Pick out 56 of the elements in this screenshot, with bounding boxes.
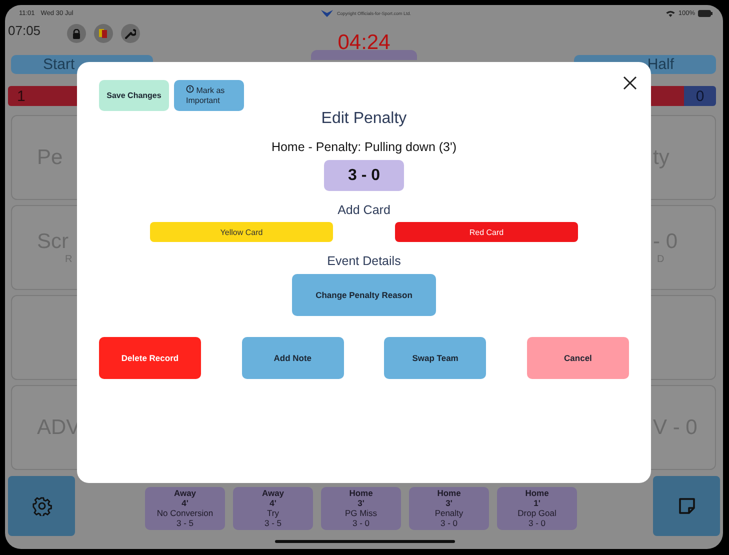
event-team: Away	[174, 488, 196, 498]
event-team: Home	[437, 488, 461, 498]
lock-glyph-icon	[72, 28, 81, 38]
event-type: PG Miss	[344, 508, 378, 518]
event-card[interactable]: Away 4' No Conversion 3 - 5	[145, 487, 225, 530]
cards-icon[interactable]	[94, 24, 113, 43]
event-type: Try	[267, 508, 279, 518]
action-button[interactable]: Cancel	[526, 337, 629, 379]
event-card[interactable]: Home 3' PG Miss 3 - 0	[321, 487, 401, 530]
event-minute: 3'	[358, 498, 364, 508]
info-icon	[186, 85, 194, 93]
wrench-icon[interactable]	[120, 24, 140, 43]
card-button[interactable]: Yellow Card	[150, 222, 333, 242]
event-minute: 3'	[446, 498, 452, 508]
action-button[interactable]: Swap Team	[384, 337, 486, 379]
save-changes-button[interactable]: Save Changes	[99, 80, 169, 111]
score-display: 3 - 0	[324, 160, 404, 191]
wifi-icon	[666, 10, 676, 16]
dialog-title: Edit Penalty	[321, 110, 407, 128]
event-team: Home	[349, 488, 373, 498]
penalty-description: Home - Penalty: Pulling down (3')	[271, 140, 457, 154]
action-button[interactable]: Add Note	[242, 337, 344, 379]
action-button[interactable]: Delete Record	[99, 337, 201, 379]
event-type: Penalty	[434, 508, 464, 518]
section-heading: Add Card	[338, 203, 390, 217]
away-score-bar: 0	[684, 86, 716, 106]
event-card[interactable]: Home 1' Drop Goal 3 - 0	[497, 487, 577, 530]
notes-button[interactable]	[653, 476, 720, 536]
event-score: 3 - 5	[264, 518, 282, 528]
event-team: Away	[262, 488, 284, 498]
close-icon[interactable]	[623, 76, 637, 90]
change-reason-button[interactable]: Change Penalty Reason	[292, 274, 436, 316]
event-minute: 1'	[534, 498, 540, 508]
event-minute: 4'	[182, 498, 188, 508]
game-clock: 04:24	[336, 31, 392, 55]
event-score: 3 - 5	[176, 518, 194, 528]
settings-button[interactable]	[8, 476, 75, 536]
lock-icon[interactable]	[66, 24, 86, 43]
event-score: 3 - 0	[440, 518, 458, 528]
card-pair-icon	[98, 28, 108, 39]
section-heading: Event Details	[327, 254, 401, 268]
event-team: Home	[525, 488, 549, 498]
event-card[interactable]: Away 4' Try 3 - 5	[233, 487, 313, 530]
battery-icon	[698, 10, 713, 16]
event-score: 3 - 0	[352, 518, 370, 528]
note-icon	[676, 496, 696, 516]
wrench-glyph-icon	[124, 28, 136, 39]
event-score: 3 - 0	[528, 518, 546, 528]
mark-important-button[interactable]: Mark as Important	[174, 80, 244, 111]
event-type: No Conversion	[156, 508, 214, 518]
card-button[interactable]: Red Card	[395, 222, 578, 242]
elapsed-time: 07:05	[8, 23, 41, 39]
event-type: Drop Goal	[518, 508, 556, 518]
settings-icon	[32, 496, 52, 516]
event-minute: 4'	[270, 498, 276, 508]
event-card[interactable]: Home 3' Penalty 3 - 0	[409, 487, 489, 530]
